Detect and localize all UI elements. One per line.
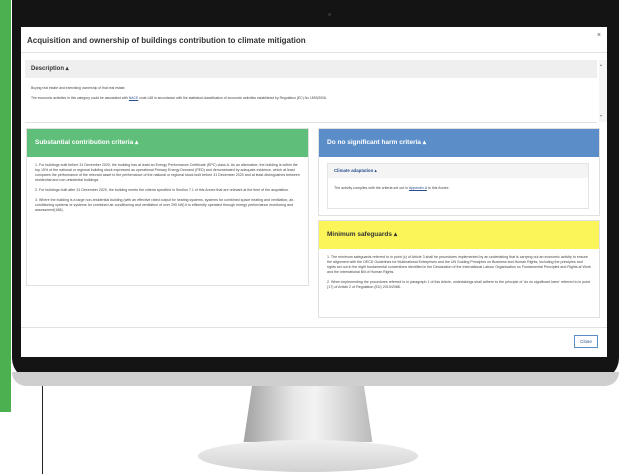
description-toggle[interactable]: Description ▴ bbox=[25, 60, 597, 78]
divider bbox=[21, 52, 607, 53]
dnsh-panel: Do no significant harm criteria ▴ Climat… bbox=[318, 128, 600, 216]
green-accent-strip bbox=[0, 0, 11, 412]
monitor-stand bbox=[243, 386, 373, 442]
description-scrollbar[interactable]: ▴ ▾ bbox=[599, 60, 607, 122]
text: The activity complies with the criteria … bbox=[334, 186, 409, 190]
minimum-safeguards-panel: Minimum safeguards ▴ 1. The minimum safe… bbox=[318, 220, 600, 318]
minimum-safeguards-toggle[interactable]: Minimum safeguards ▴ bbox=[319, 221, 599, 249]
minimum-safeguards-body: 1. The minimum safeguards referred to in… bbox=[319, 249, 599, 301]
climate-adaptation-panel: Climate adaptation ▴ The activity compli… bbox=[327, 163, 589, 209]
divider bbox=[21, 327, 607, 328]
screen: Acquisition and ownership of buildings c… bbox=[21, 27, 607, 357]
appendix-a-link[interactable]: Appendix A bbox=[409, 186, 427, 190]
modal-title: Acquisition and ownership of buildings c… bbox=[27, 36, 306, 45]
substantial-contribution-body: 1. For buildings built before 31 Decembe… bbox=[27, 157, 308, 224]
criteria-paragraph: 2. For buildings built after 31 December… bbox=[35, 188, 290, 192]
description-body: Buying real estate and exercising owners… bbox=[25, 80, 589, 120]
text: The economic activities in this category… bbox=[31, 96, 129, 100]
close-button[interactable]: Close bbox=[574, 335, 598, 348]
divider bbox=[25, 122, 597, 123]
text: to this Annex. bbox=[426, 186, 450, 190]
description-text: The economic activities in this category… bbox=[31, 96, 589, 101]
safeguard-paragraph: 2. When implementing the procedures refe… bbox=[327, 280, 591, 289]
scroll-down-icon[interactable]: ▾ bbox=[600, 113, 602, 118]
scroll-up-icon[interactable]: ▴ bbox=[600, 62, 602, 67]
climate-adaptation-toggle[interactable]: Climate adaptation ▴ bbox=[328, 164, 588, 178]
close-icon[interactable]: × bbox=[597, 32, 601, 39]
monitor-base bbox=[198, 440, 418, 472]
monitor-chin bbox=[12, 372, 619, 386]
dnsh-toggle[interactable]: Do no significant harm criteria ▴ bbox=[319, 129, 599, 157]
substantial-contribution-panel: Substantial contribution criteria ▴ 1. F… bbox=[26, 128, 309, 286]
text: code L68 in accordance with the statisti… bbox=[138, 96, 327, 100]
criteria-paragraph: 3. Where the building is a large non-res… bbox=[35, 198, 295, 212]
description-text: Buying real estate and exercising owners… bbox=[31, 86, 126, 90]
substantial-contribution-toggle[interactable]: Substantial contribution criteria ▴ bbox=[27, 129, 308, 157]
camera-icon bbox=[328, 13, 331, 16]
climate-adaptation-text: The activity complies with the criteria … bbox=[328, 178, 588, 198]
criteria-paragraph: 1. For buildings built before 31 Decembe… bbox=[35, 163, 300, 182]
nace-link[interactable]: NACE bbox=[129, 96, 138, 100]
safeguard-paragraph: 1. The minimum safeguards referred to in… bbox=[327, 255, 591, 274]
